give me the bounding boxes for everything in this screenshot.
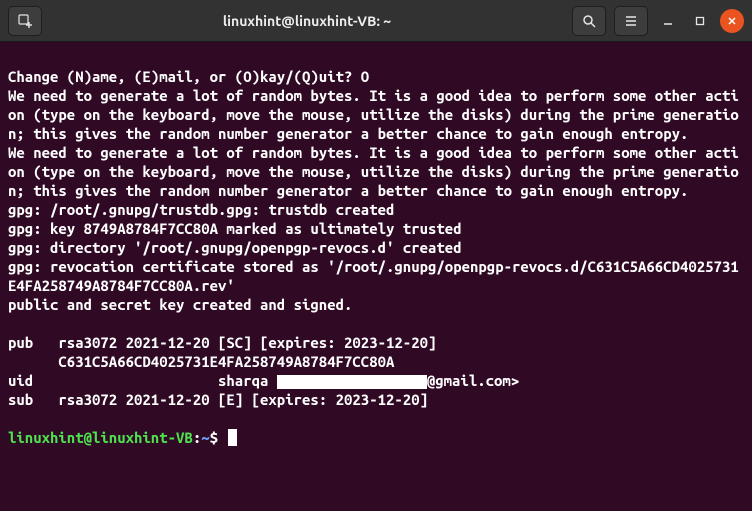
uid-suffix: @gmail.com> xyxy=(427,372,519,389)
output-line: gpg: directory '/root/.gnupg/openpgp-rev… xyxy=(8,239,462,256)
minimize-button[interactable] xyxy=(656,9,680,33)
output-line: sub rsa3072 2021-12-20 [E] [expires: 202… xyxy=(8,391,428,408)
terminal-plus-icon xyxy=(18,14,32,28)
output-line: pub rsa3072 2021-12-20 [SC] [expires: 20… xyxy=(8,334,436,351)
output-line: We need to generate a lot of random byte… xyxy=(8,87,739,142)
maximize-button[interactable] xyxy=(688,9,712,33)
terminal-area[interactable]: Change (N)ame, (E)mail, or (O)kay/(Q)uit… xyxy=(0,42,752,511)
menu-button[interactable] xyxy=(614,6,648,36)
output-line: gpg: revocation certificate stored as '/… xyxy=(8,258,739,294)
cursor xyxy=(228,429,237,446)
window-title: linuxhint@linuxhint-VB: ~ xyxy=(50,13,564,29)
new-tab-button[interactable] xyxy=(8,6,42,36)
terminal-output: Change (N)ame, (E)mail, or (O)kay/(Q)uit… xyxy=(8,48,744,447)
titlebar-right-controls xyxy=(572,6,744,36)
output-line: We need to generate a lot of random byte… xyxy=(8,144,739,199)
hamburger-icon xyxy=(624,14,638,28)
search-icon xyxy=(582,14,596,28)
output-line: C631C5A66CD4025731E4FA258749A8784F7CC80A xyxy=(8,353,394,370)
prompt-line: linuxhint@linuxhint-VB:~$ xyxy=(8,429,237,446)
maximize-icon xyxy=(695,16,705,26)
prompt-path: ~ xyxy=(201,429,209,446)
output-line: gpg: key 8749A8784F7CC80A marked as ulti… xyxy=(8,220,462,237)
search-button[interactable] xyxy=(572,6,606,36)
output-line: public and secret key created and signed… xyxy=(8,296,352,313)
prompt-dollar: $ xyxy=(210,429,218,446)
window-titlebar: linuxhint@linuxhint-VB: ~ xyxy=(0,0,752,42)
minimize-icon xyxy=(663,16,673,26)
uid-prefix: uid sharqa xyxy=(8,372,277,389)
close-button[interactable] xyxy=(720,9,744,33)
prompt-colon: : xyxy=(193,429,201,446)
close-icon xyxy=(727,16,737,26)
redacted-block xyxy=(277,375,427,389)
output-line: Change (N)ame, (E)mail, or (O)kay/(Q)uit… xyxy=(8,68,369,85)
output-line: gpg: /root/.gnupg/trustdb.gpg: trustdb c… xyxy=(8,201,394,218)
prompt-user: linuxhint@linuxhint-VB xyxy=(8,429,193,446)
